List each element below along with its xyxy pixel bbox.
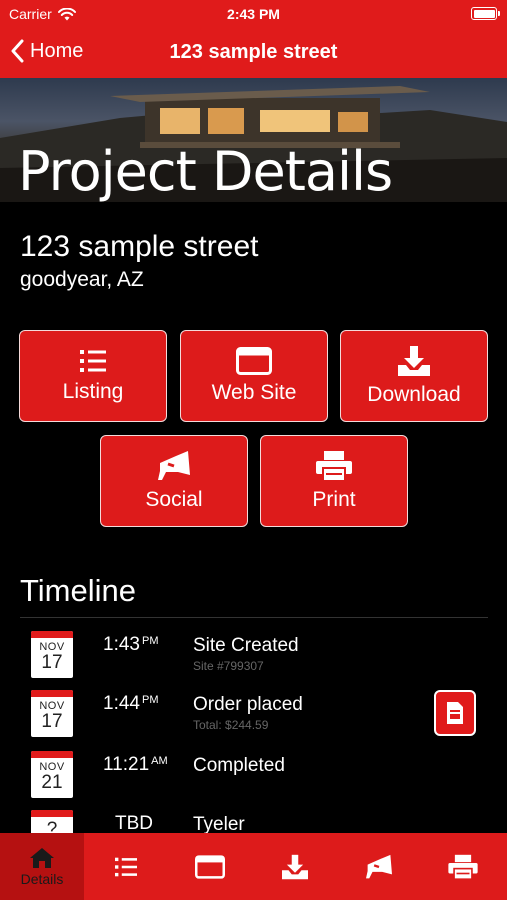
timeline-item: NOV 17 1:43 PM Site Created Site #799307: [0, 631, 507, 689]
invoice-button[interactable]: [434, 690, 476, 736]
web-site-button[interactable]: Web Site: [180, 330, 328, 422]
address-street: 123 sample street: [20, 230, 259, 263]
list-icon: [80, 350, 106, 372]
megaphone-icon: [158, 451, 190, 480]
timeline-event: Order placed: [193, 694, 303, 715]
timeline-time: 1:43 PM: [103, 634, 159, 655]
timeline-time: 11:21 AM: [103, 754, 168, 775]
download-button[interactable]: Download: [340, 330, 488, 422]
tab-social[interactable]: [337, 833, 421, 900]
timeline-subtext: Site #799307: [193, 659, 264, 673]
status-bar: Carrier 2:43 PM: [0, 0, 507, 28]
timeline-divider: [20, 617, 488, 618]
browser-window-icon: [236, 347, 272, 375]
megaphone-icon: [366, 854, 392, 878]
web-site-label: Web Site: [211, 381, 297, 404]
hero-banner: Project Details: [0, 78, 507, 202]
printer-icon: [316, 451, 352, 482]
document-icon: [447, 702, 463, 724]
nav-title: 123 sample street: [169, 41, 338, 63]
timeline-heading: Timeline: [20, 573, 136, 608]
timeline-time: TBD: [115, 813, 153, 834]
tab-web-site[interactable]: [168, 833, 252, 900]
address-city: goodyear, AZ: [20, 268, 144, 291]
timeline-item: NOV 21 11:21 AM Completed: [0, 751, 507, 809]
calendar-icon: NOV 21: [31, 751, 73, 798]
tab-details[interactable]: Details: [0, 833, 84, 900]
social-label: Social: [145, 488, 203, 511]
calendar-icon: NOV 17: [31, 631, 73, 678]
calendar-day: 17: [41, 652, 63, 673]
page-title: Project Details: [18, 140, 393, 202]
tab-details-label: Details: [20, 870, 64, 887]
print-label: Print: [312, 488, 356, 511]
browser-window-icon: [195, 854, 225, 879]
tab-print[interactable]: [421, 833, 505, 900]
timeline-time: 1:44 PM: [103, 693, 159, 714]
download-tray-icon: [398, 346, 430, 376]
listing-label: Listing: [62, 380, 124, 403]
tab-listing[interactable]: [84, 833, 168, 900]
printer-icon: [448, 854, 478, 880]
status-time: 2:43 PM: [227, 6, 280, 22]
timeline-subtext: Total: $244.59: [193, 718, 269, 732]
download-label: Download: [367, 383, 461, 406]
timeline-item: NOV 17 1:44 PM Order placed Total: $244.5…: [0, 690, 507, 748]
calendar-day: 17: [41, 711, 63, 732]
tab-download[interactable]: [253, 833, 337, 900]
tab-bar: Details: [0, 833, 507, 900]
address-block: 123 sample street goodyear, AZ: [20, 230, 258, 292]
list-icon: [115, 857, 137, 876]
calendar-day: 21: [41, 772, 63, 793]
listing-button[interactable]: Listing: [19, 330, 167, 422]
timeline-event: Completed: [193, 755, 285, 776]
home-icon: [30, 847, 54, 868]
social-button[interactable]: Social: [100, 435, 248, 527]
download-tray-icon: [282, 854, 308, 879]
navigation-bar: Home 123 sample street: [0, 28, 507, 78]
timeline-event: Site Created: [193, 635, 299, 656]
print-button[interactable]: Print: [260, 435, 408, 527]
battery-icon: [471, 7, 500, 20]
calendar-icon: NOV 17: [31, 690, 73, 737]
